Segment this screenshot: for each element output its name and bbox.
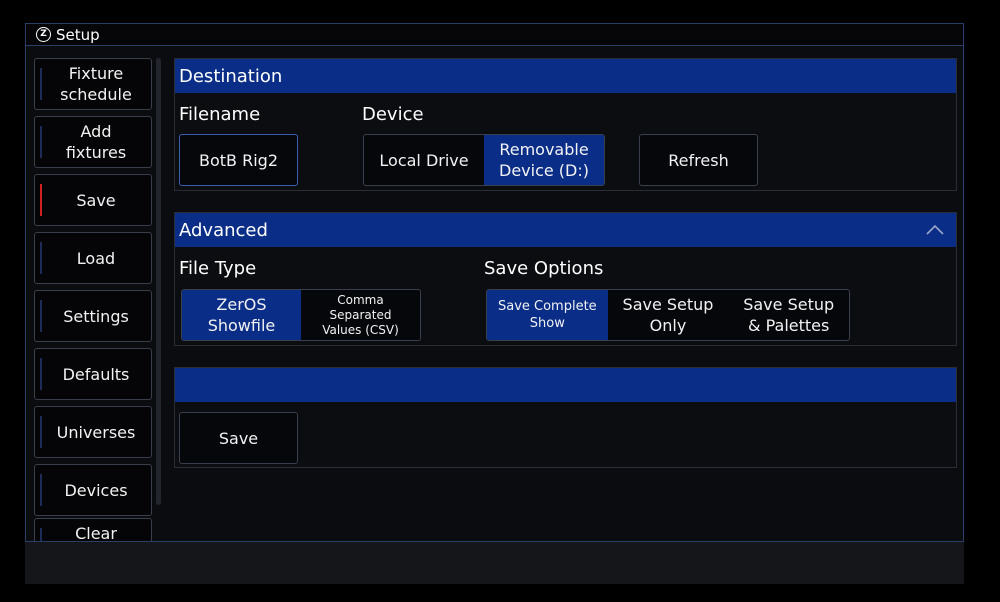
status-footer (25, 542, 964, 584)
file-type-option-csv[interactable]: Comma Separated Values (CSV) (301, 290, 420, 340)
setup-window: Z Setup Fixture schedule Add fixtures Save… (25, 23, 964, 542)
chevron-up-icon[interactable] (926, 222, 944, 236)
sidebar-item-label: Clear (75, 524, 117, 541)
device-selector: Local Drive Removable Device (D:) (363, 134, 605, 186)
destination-header: Destination (175, 59, 956, 93)
sidebar-item-settings[interactable]: Settings (34, 290, 152, 342)
destination-panel: Destination Filename BotB Rig2 Device Lo… (174, 58, 957, 191)
save-option-setup-palettes[interactable]: Save Setup & Palettes (728, 290, 849, 340)
sidebar-item-label: Settings (63, 306, 129, 326)
sidebar-item-label: Fixture schedule (60, 64, 132, 104)
file-type-option-zeros-showfile[interactable]: ZerOS Showfile (182, 290, 301, 340)
file-type-label: File Type (179, 258, 257, 279)
title-bar: Z Setup (26, 24, 963, 46)
advanced-panel: Advanced File Type ZerOS Showfile Comma Se… (174, 212, 957, 346)
sidebar-item-label: Add fixtures (65, 122, 127, 162)
sidebar-item-defaults[interactable]: Defaults (34, 348, 152, 400)
save-options-label: Save Options (484, 258, 604, 279)
device-label: Device (362, 104, 424, 125)
zero88-logo-icon: Z (36, 27, 51, 42)
sidebar-item-label: Universes (56, 422, 136, 442)
sidebar-item-label: Devices (64, 480, 128, 500)
save-options-selector: Save Complete Show Save Setup Only Save Se… (486, 289, 850, 341)
sidebar-item-devices[interactable]: Devices (34, 464, 152, 516)
refresh-button[interactable]: Refresh (639, 134, 758, 186)
sidebar-item-clear[interactable]: Clear (34, 518, 152, 541)
save-button[interactable]: Save (179, 412, 298, 464)
file-type-selector: ZerOS Showfile Comma Separated Values (CSV) (181, 289, 421, 341)
filename-field[interactable]: BotB Rig2 (179, 134, 298, 186)
sidebar-item-label: Defaults (62, 364, 130, 384)
save-option-complete-show[interactable]: Save Complete Show (487, 290, 608, 340)
sidebar: Fixture schedule Add fixtures Save Load Se… (34, 58, 152, 541)
sidebar-item-add-fixtures[interactable]: Add fixtures (34, 116, 152, 168)
device-option-local-drive[interactable]: Local Drive (364, 135, 484, 185)
device-option-removable[interactable]: Removable Device (D:) (484, 135, 604, 185)
advanced-title: Advanced (179, 219, 268, 241)
sidebar-item-label: Load (76, 248, 116, 268)
action-panel: Save (174, 367, 957, 468)
sidebar-scrollbar[interactable] (156, 58, 161, 505)
filename-label: Filename (179, 104, 261, 125)
advanced-header: Advanced (175, 213, 956, 247)
sidebar-item-save[interactable]: Save (34, 174, 152, 226)
sidebar-item-universes[interactable]: Universes (34, 406, 152, 458)
window-title: Setup (56, 25, 100, 44)
action-header (175, 368, 956, 402)
sidebar-item-load[interactable]: Load (34, 232, 152, 284)
sidebar-item-label: Save (76, 190, 116, 210)
save-option-setup-only[interactable]: Save Setup Only (608, 290, 729, 340)
sidebar-item-fixture-schedule[interactable]: Fixture schedule (34, 58, 152, 110)
